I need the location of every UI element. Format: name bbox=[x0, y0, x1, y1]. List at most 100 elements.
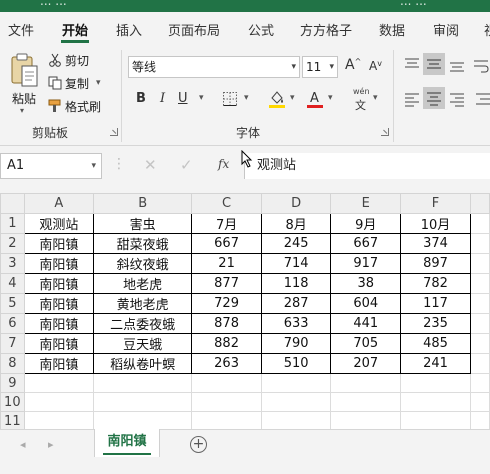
grid-cell[interactable]: 10月 bbox=[400, 213, 471, 234]
grid-cell[interactable]: 稻纵卷叶螟 bbox=[93, 353, 193, 374]
font-color-chevron-icon[interactable]: ▾ bbox=[328, 93, 333, 103]
grid-cell[interactable]: 地老虎 bbox=[93, 273, 193, 294]
select-all-corner[interactable] bbox=[0, 193, 25, 214]
underline-chevron-icon[interactable]: ▾ bbox=[199, 93, 204, 103]
tab-formulas[interactable]: 公式 bbox=[248, 20, 274, 39]
bold-button[interactable]: B bbox=[136, 91, 146, 106]
row-header[interactable]: 4 bbox=[0, 273, 25, 294]
grid-cell[interactable]: 241 bbox=[400, 353, 471, 374]
grid-cell[interactable] bbox=[260, 373, 332, 393]
grid-cell[interactable]: 235 bbox=[400, 313, 471, 334]
tab-insert[interactable]: 插入 bbox=[116, 20, 142, 39]
grid-cell[interactable]: 877 bbox=[191, 273, 262, 294]
column-header-b[interactable]: B bbox=[93, 193, 193, 214]
grid-cell[interactable]: 729 bbox=[191, 293, 262, 314]
grid-cell[interactable]: 207 bbox=[330, 353, 402, 374]
grid-cell[interactable]: 38 bbox=[330, 273, 402, 294]
row-header[interactable]: 3 bbox=[0, 253, 25, 274]
column-header-g[interactable] bbox=[469, 193, 490, 214]
indent-icon[interactable] bbox=[474, 91, 490, 107]
row-header[interactable]: 11 bbox=[0, 411, 25, 429]
grid-cell[interactable] bbox=[469, 353, 490, 374]
sheet-tab[interactable]: 南阳镇 bbox=[94, 429, 160, 457]
grid-cell[interactable]: 南阳镇 bbox=[23, 293, 95, 314]
tab-file[interactable]: 文件 bbox=[8, 20, 34, 39]
row-header[interactable]: 10 bbox=[0, 392, 25, 412]
grid-cell[interactable]: 263 bbox=[191, 353, 262, 374]
align-center-button[interactable] bbox=[423, 87, 445, 109]
column-header-c[interactable]: C bbox=[191, 193, 262, 214]
tab-review[interactable]: 审阅 bbox=[433, 20, 459, 39]
grid-cell[interactable]: 917 bbox=[330, 253, 402, 274]
grid-cell[interactable]: 117 bbox=[400, 293, 471, 314]
row-header[interactable]: 7 bbox=[0, 333, 25, 354]
row-header[interactable]: 9 bbox=[0, 373, 25, 393]
grid-cell[interactable]: 8月 bbox=[260, 213, 332, 234]
grid-cell[interactable]: 485 bbox=[400, 333, 471, 354]
align-middle-button[interactable] bbox=[423, 53, 445, 75]
scroll-right-icon[interactable]: ▸ bbox=[48, 438, 54, 451]
grid-cell[interactable] bbox=[260, 392, 332, 412]
shrink-font-icon[interactable]: Av bbox=[369, 59, 382, 73]
paste-icon[interactable] bbox=[10, 52, 40, 88]
grid-cell[interactable] bbox=[400, 411, 471, 429]
tab-data[interactable]: 数据 bbox=[379, 20, 405, 39]
fill-color-chevron-icon[interactable]: ▾ bbox=[290, 93, 295, 103]
row-header[interactable]: 5 bbox=[0, 293, 25, 314]
grid-cell[interactable] bbox=[400, 373, 471, 393]
name-box[interactable]: A1 ▾ bbox=[0, 153, 102, 179]
grid-cell[interactable] bbox=[93, 411, 193, 429]
column-header-d[interactable]: D bbox=[260, 193, 332, 214]
grid-cell[interactable] bbox=[469, 373, 490, 393]
grid-cell[interactable]: 633 bbox=[260, 313, 332, 334]
grid-cell[interactable] bbox=[469, 273, 490, 294]
cut-button[interactable]: 剪切 bbox=[48, 50, 89, 70]
format-painter-button[interactable]: 格式刷 bbox=[48, 96, 101, 116]
grid-cell[interactable] bbox=[330, 373, 402, 393]
grid-cell[interactable]: 897 bbox=[400, 253, 471, 274]
add-sheet-button[interactable]: + bbox=[190, 436, 207, 453]
grid-cell[interactable] bbox=[469, 233, 490, 254]
grid-cell[interactable] bbox=[330, 411, 402, 429]
align-left-icon[interactable] bbox=[403, 91, 421, 107]
font-launcher-icon[interactable] bbox=[381, 128, 389, 136]
grid-cell[interactable]: 878 bbox=[191, 313, 262, 334]
grid-cell[interactable] bbox=[191, 411, 262, 429]
confirm-entry-button[interactable]: ✓ bbox=[180, 156, 193, 174]
grid-cell[interactable]: 790 bbox=[260, 333, 332, 354]
grid-cell[interactable] bbox=[23, 373, 95, 393]
row-header[interactable]: 8 bbox=[0, 353, 25, 374]
grid-cell[interactable] bbox=[93, 392, 193, 412]
grid-cell[interactable]: 441 bbox=[330, 313, 402, 334]
paste-chevron-icon[interactable]: ▾ bbox=[20, 106, 24, 115]
grid-cell[interactable] bbox=[469, 293, 490, 314]
grid-cell[interactable]: 374 bbox=[400, 233, 471, 254]
grid-cell[interactable]: 782 bbox=[400, 273, 471, 294]
column-header-e[interactable]: E bbox=[330, 193, 402, 214]
grid-cell[interactable]: 斜纹夜蛾 bbox=[93, 253, 193, 274]
grid-cell[interactable] bbox=[469, 411, 490, 429]
spreadsheet-grid[interactable]: A B C D E F 1 观测站 害虫 7月 8月 9月 10月 2 南阳镇 甜菜夜蛾 667 24… bbox=[0, 193, 490, 429]
grid-cell[interactable]: 豆天蛾 bbox=[93, 333, 193, 354]
grid-cell[interactable]: 南阳镇 bbox=[23, 253, 95, 274]
grid-cell[interactable]: 观测站 bbox=[23, 213, 95, 234]
grid-cell[interactable]: 882 bbox=[191, 333, 262, 354]
formula-input[interactable]: 观测站 bbox=[244, 153, 490, 179]
grid-cell[interactable]: 南阳镇 bbox=[23, 313, 95, 334]
grid-cell[interactable] bbox=[400, 392, 471, 412]
grid-cell[interactable]: 黄地老虎 bbox=[93, 293, 193, 314]
grid-cell[interactable] bbox=[23, 392, 95, 412]
grid-cell[interactable]: 287 bbox=[260, 293, 332, 314]
grid-cell[interactable]: 南阳镇 bbox=[23, 273, 95, 294]
grid-cell[interactable]: 21 bbox=[191, 253, 262, 274]
row-header[interactable]: 2 bbox=[0, 233, 25, 254]
grid-cell[interactable] bbox=[469, 313, 490, 334]
grid-cell[interactable]: 南阳镇 bbox=[23, 353, 95, 374]
formula-bar-grip-icon[interactable]: ⋮ bbox=[112, 156, 126, 172]
align-right-icon[interactable] bbox=[448, 91, 466, 107]
grid-cell[interactable]: 510 bbox=[260, 353, 332, 374]
grid-cell[interactable]: 667 bbox=[191, 233, 262, 254]
grid-cell[interactable] bbox=[330, 392, 402, 412]
grid-cell[interactable] bbox=[93, 373, 193, 393]
phonetic-label[interactable]: wén bbox=[353, 87, 370, 96]
